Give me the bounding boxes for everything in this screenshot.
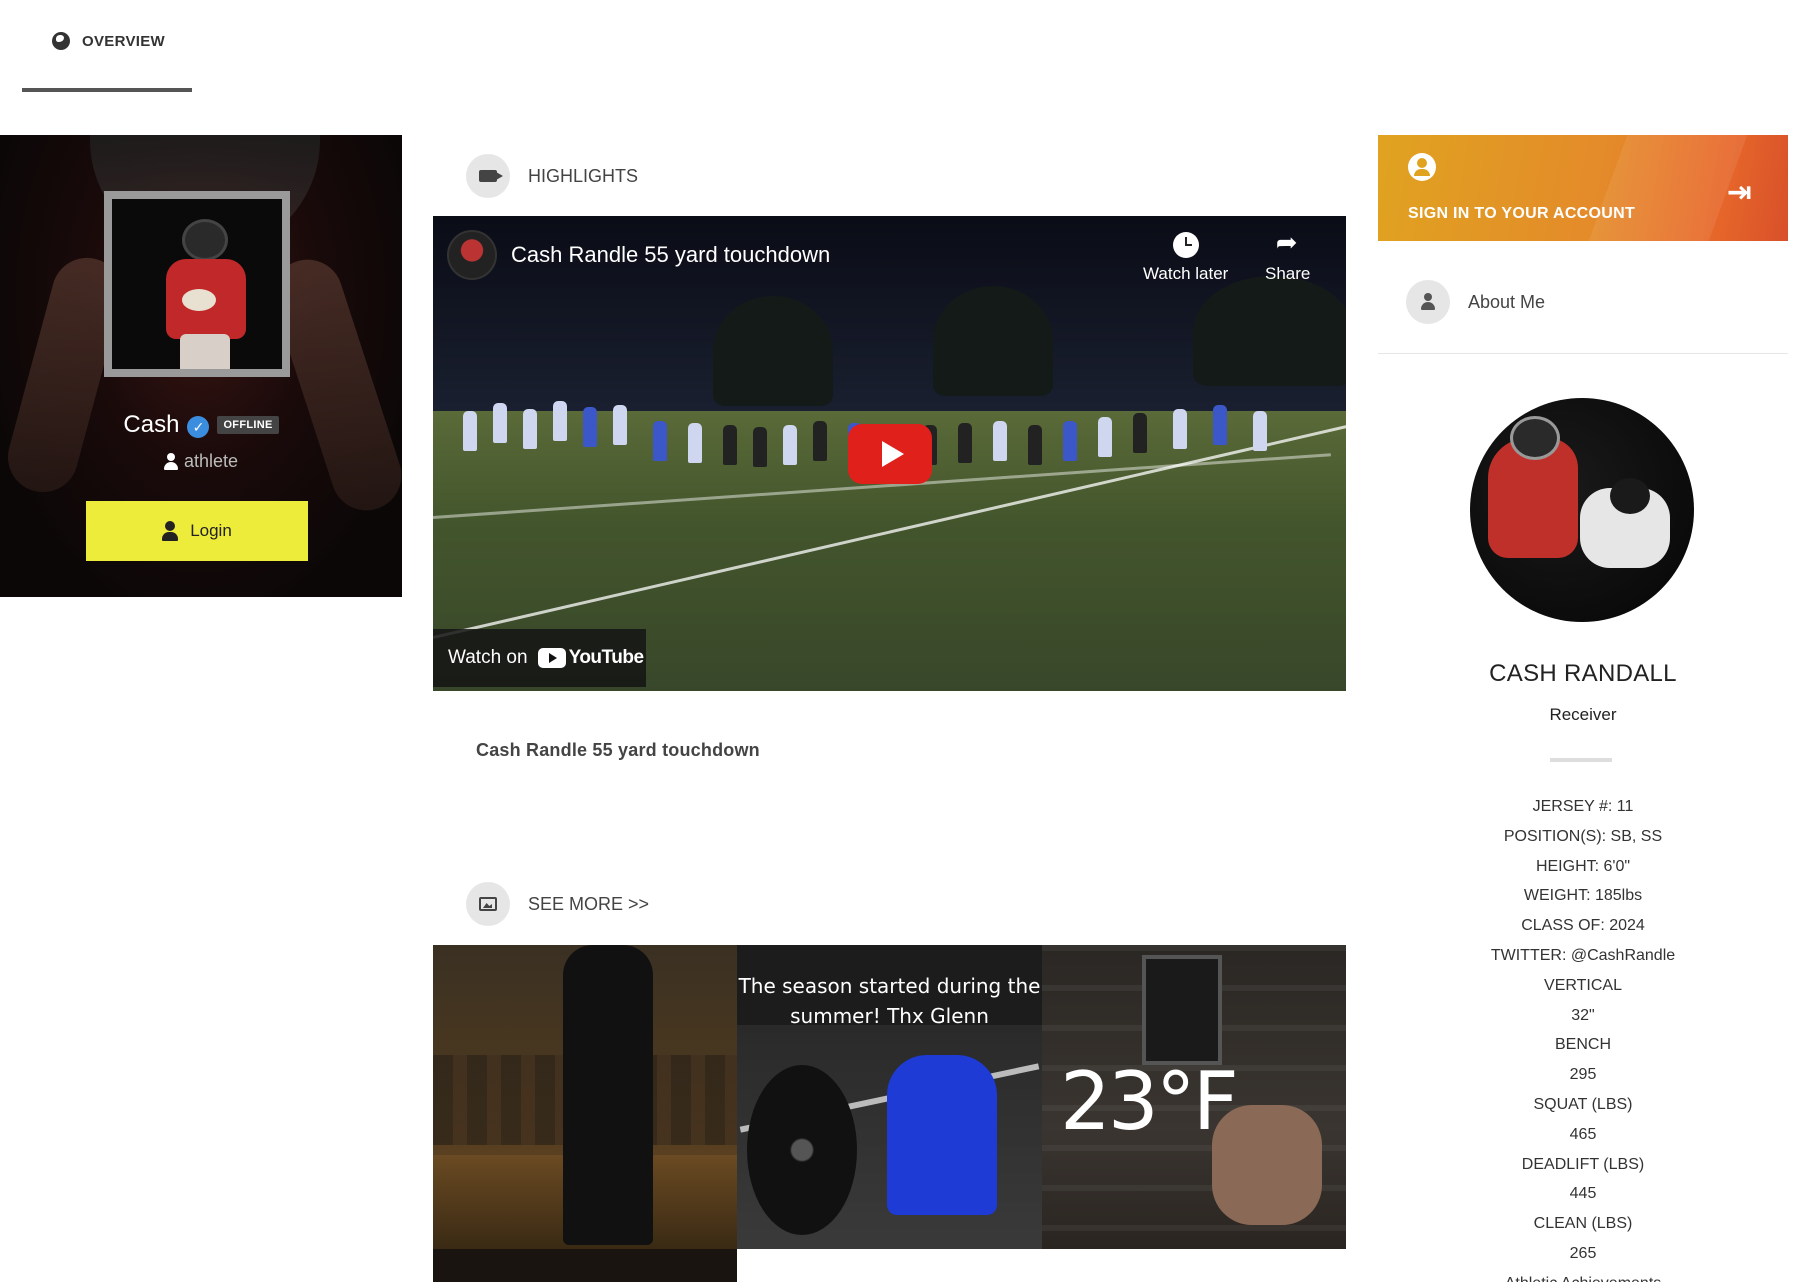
stat-line: POSITION(S): SB, SS: [1503, 827, 1663, 845]
gallery-photo-gym[interactable]: [433, 945, 737, 1249]
user-icon: [1406, 280, 1450, 324]
profile-role: athlete: [183, 451, 239, 471]
stat-line: CLEAN (LBS): [1533, 1215, 1633, 1233]
profile-name: Cash: [123, 411, 180, 438]
youtube-play-icon: [537, 648, 566, 668]
see-more-link[interactable]: SEE MORE >>: [528, 894, 649, 915]
video-caption: Cash Randle 55 yard touchdown: [476, 740, 760, 760]
watch-on-label: Watch on: [448, 647, 528, 668]
youtube-video-embed[interactable]: Cash Randle 55 yard touchdown Watch late…: [433, 216, 1346, 691]
page: OVERVIEW Cash ✓ OFFLINE athlete Login HI…: [0, 0, 1800, 1282]
login-button-label: Login: [190, 521, 232, 540]
photo-gallery: The season started during the summer! Th…: [433, 945, 1346, 1282]
highlights-title: HIGHLIGHTS: [528, 165, 639, 186]
about-me-title: About Me: [1468, 292, 1546, 312]
share-button[interactable]: Share: [1265, 228, 1311, 284]
highlights-heading: HIGHLIGHTS: [466, 154, 638, 198]
stat-line: VERTICAL: [1544, 976, 1622, 994]
user-circle-icon: [1408, 153, 1436, 181]
gallery-photo-caption: The season started during the summer! Th…: [738, 974, 1041, 1028]
see-more-heading[interactable]: SEE MORE >>: [466, 882, 649, 926]
stat-line: CLASS OF: 2024: [1521, 917, 1645, 935]
about-me-heading: About Me: [1378, 280, 1788, 354]
stat-line: 465: [1569, 1125, 1597, 1143]
sign-in-label: SIGN IN TO YOUR ACCOUNT: [1408, 205, 1636, 222]
user-icon: [162, 521, 179, 541]
gallery-photo-weightlifting[interactable]: The season started during the summer! Th…: [737, 945, 1042, 1249]
stat-line: HEIGHT: 6'0": [1535, 857, 1631, 875]
stat-line: 295: [1569, 1066, 1597, 1084]
status-badge: OFFLINE: [217, 416, 279, 434]
gallery-photo-next[interactable]: [433, 1249, 737, 1282]
sign-in-button[interactable]: SIGN IN TO YOUR ACCOUNT ⇥: [1378, 135, 1788, 241]
stat-line: JERSEY #: 11: [1532, 798, 1634, 815]
avatar-photo: [152, 219, 252, 369]
channel-avatar[interactable]: [447, 230, 497, 280]
divider: [1550, 758, 1612, 762]
athlete-full-name: CASH RANDALL: [1489, 660, 1677, 687]
stat-line: WEIGHT: 185lbs: [1523, 887, 1643, 905]
profile-card: Cash ✓ OFFLINE athlete Login: [0, 135, 402, 597]
share-icon: [1274, 228, 1302, 258]
stat-line: 445: [1569, 1185, 1597, 1203]
globe-icon: [52, 32, 70, 50]
youtube-logo: YouTube: [537, 647, 644, 669]
stat-line: TWITTER: @CashRandle: [1490, 946, 1676, 964]
avatar[interactable]: [104, 191, 290, 377]
tab-active-underline: [22, 88, 192, 92]
stat-line: 32": [1571, 1006, 1595, 1024]
verified-check-icon: ✓: [187, 416, 210, 438]
stat-line: BENCH: [1554, 1036, 1611, 1054]
stat-line: 265: [1569, 1244, 1597, 1262]
watch-on-youtube-button[interactable]: Watch on YouTube: [433, 629, 646, 687]
stat-line: SQUAT (LBS): [1533, 1095, 1633, 1113]
stat-line: DEADLIFT (LBS): [1521, 1155, 1645, 1173]
clock-icon: [1172, 232, 1199, 258]
athlete-stats: JERSEY #: 11 POSITION(S): SB, SS HEIGHT: 6…: [1378, 792, 1788, 1282]
gallery-photo-temperature-text: 23°F: [1060, 1055, 1239, 1148]
watch-later-label: Watch later: [1143, 264, 1229, 283]
gallery-photo-temperature[interactable]: 23°F: [1042, 945, 1346, 1249]
tab-overview-label: OVERVIEW: [82, 32, 165, 50]
youtube-logo-text: YouTube: [568, 647, 644, 668]
video-title-row: Cash Randle 55 yard touchdown: [447, 230, 830, 280]
sign-in-icon: ⇥: [1726, 175, 1752, 210]
athlete-position: Receiver: [1549, 705, 1617, 724]
profile-name-row: Cash ✓ OFFLINE: [0, 411, 402, 439]
watch-later-button[interactable]: Watch later: [1143, 232, 1228, 284]
user-icon: [163, 452, 178, 471]
login-button[interactable]: Login: [86, 501, 308, 561]
video-title[interactable]: Cash Randle 55 yard touchdown: [511, 242, 830, 268]
tab-overview[interactable]: OVERVIEW: [22, 0, 192, 92]
play-button[interactable]: [848, 424, 932, 484]
profile-role-row: athlete: [0, 451, 402, 472]
share-label: Share: [1265, 264, 1311, 283]
video-camera-icon: [466, 154, 510, 198]
stat-line: Athletic Achievements: [1378, 1269, 1788, 1282]
gallery-icon: [466, 882, 510, 926]
profile-photo: [1470, 398, 1694, 622]
tab-overview-inner: OVERVIEW: [52, 32, 165, 50]
